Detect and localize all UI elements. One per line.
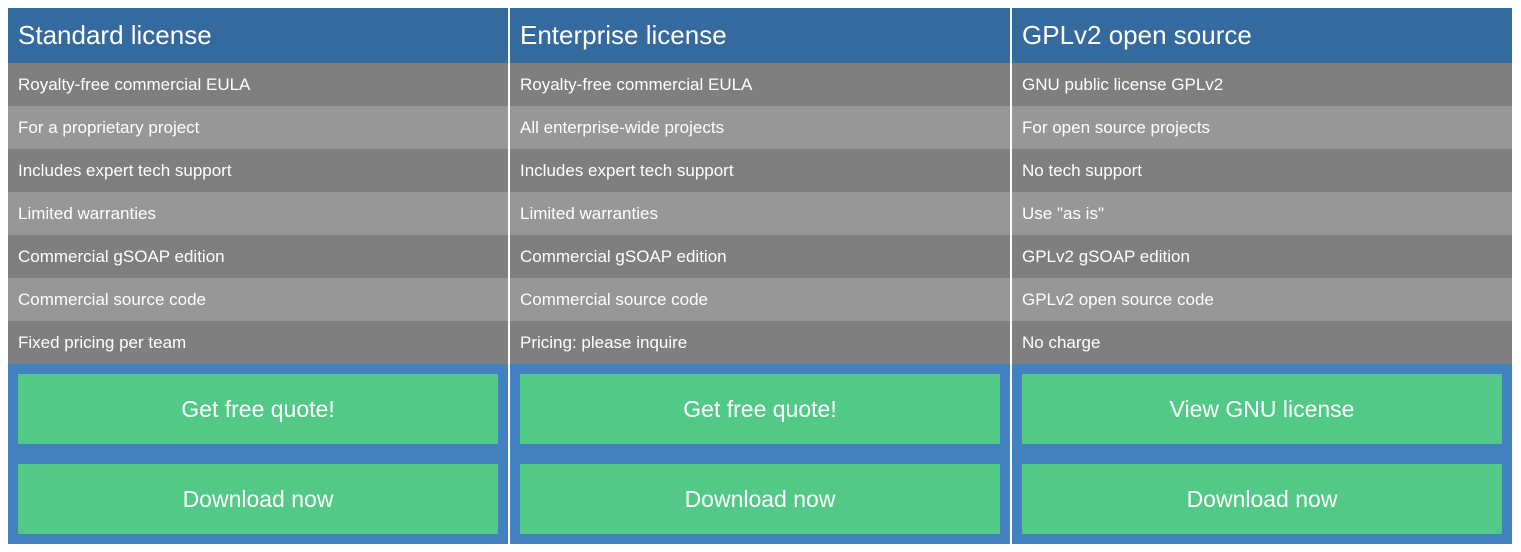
feature-row: No charge (1012, 321, 1512, 364)
feature-row: Commercial source code (510, 278, 1010, 321)
feature-row: Pricing: please inquire (510, 321, 1010, 364)
feature-row: Fixed pricing per team (8, 321, 508, 364)
feature-row: Use "as is" (1012, 192, 1512, 235)
download-now-button[interactable]: Download now (18, 464, 498, 534)
download-now-button[interactable]: Download now (1022, 464, 1502, 534)
plan-enterprise: Enterprise license Royalty-free commerci… (510, 8, 1010, 544)
feature-row: Royalty-free commercial EULA (510, 63, 1010, 106)
feature-row: Includes expert tech support (8, 149, 508, 192)
feature-row: GPLv2 open source code (1012, 278, 1512, 321)
feature-row: Limited warranties (8, 192, 508, 235)
plan-title: Enterprise license (510, 8, 1010, 63)
feature-row: GPLv2 gSOAP edition (1012, 235, 1512, 278)
feature-row: No tech support (1012, 149, 1512, 192)
feature-row: Limited warranties (510, 192, 1010, 235)
plan-title: GPLv2 open source (1012, 8, 1512, 63)
plan-actions: View GNU license Download now (1012, 364, 1512, 544)
plan-standard: Standard license Royalty-free commercial… (8, 8, 508, 544)
feature-row: Commercial gSOAP edition (8, 235, 508, 278)
view-gnu-license-button[interactable]: View GNU license (1022, 374, 1502, 444)
get-free-quote-button[interactable]: Get free quote! (18, 374, 498, 444)
plan-gplv2: GPLv2 open source GNU public license GPL… (1012, 8, 1512, 544)
feature-row: All enterprise-wide projects (510, 106, 1010, 149)
plan-actions: Get free quote! Download now (8, 364, 508, 544)
feature-row: For open source projects (1012, 106, 1512, 149)
feature-row: Royalty-free commercial EULA (8, 63, 508, 106)
plan-actions: Get free quote! Download now (510, 364, 1010, 544)
download-now-button[interactable]: Download now (520, 464, 1000, 534)
feature-row: Commercial gSOAP edition (510, 235, 1010, 278)
pricing-table: Standard license Royalty-free commercial… (8, 8, 1512, 544)
feature-row: Commercial source code (8, 278, 508, 321)
plan-title: Standard license (8, 8, 508, 63)
feature-row: GNU public license GPLv2 (1012, 63, 1512, 106)
feature-row: For a proprietary project (8, 106, 508, 149)
feature-row: Includes expert tech support (510, 149, 1010, 192)
get-free-quote-button[interactable]: Get free quote! (520, 374, 1000, 444)
